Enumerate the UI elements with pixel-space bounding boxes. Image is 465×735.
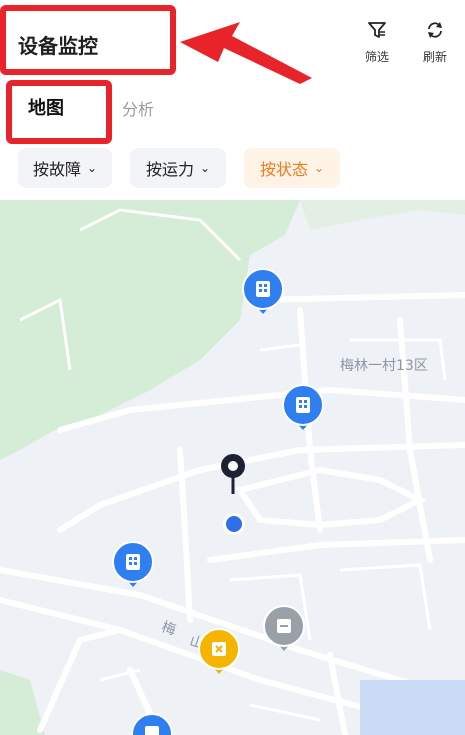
- red-arrow-icon: [180, 22, 312, 84]
- filter-by-status-label: 按状态: [259, 160, 308, 179]
- filter-by-fault[interactable]: 按故障 ⌄: [18, 148, 112, 188]
- refresh-button-label: 刷新: [422, 50, 447, 64]
- location-pin-icon: [221, 454, 245, 494]
- refresh-icon: [428, 22, 442, 38]
- filter-button[interactable]: 筛选: [357, 20, 397, 65]
- current-location-dot: [223, 513, 245, 535]
- tab-map[interactable]: 地图: [28, 94, 64, 120]
- filter-by-fault-label: 按故障: [32, 160, 81, 179]
- chevron-down-icon: ⌄: [86, 161, 98, 175]
- building-marker[interactable]: [130, 712, 174, 735]
- page-title: 设备监控: [18, 34, 98, 58]
- building-marker[interactable]: [281, 383, 325, 431]
- building-marker[interactable]: [241, 267, 285, 315]
- map-place-label: 梅林一村13区: [340, 358, 428, 374]
- header: 设备监控 筛选 刷新 地图 分析 按故障 ⌄ 按运力 ⌄ 按状态 ⌄: [0, 0, 465, 200]
- chevron-down-icon: ⌄: [199, 161, 211, 175]
- filter-button-label: 筛选: [364, 50, 389, 64]
- tab-analysis[interactable]: 分析: [122, 96, 154, 120]
- filter-by-capacity-label: 按运力: [145, 160, 194, 179]
- filter-by-status[interactable]: 按状态 ⌄: [244, 148, 340, 188]
- filter-by-capacity[interactable]: 按运力 ⌄: [130, 148, 226, 188]
- refresh-button[interactable]: 刷新: [415, 20, 455, 65]
- building-marker[interactable]: [111, 540, 155, 588]
- inactive-device-marker[interactable]: [262, 604, 306, 652]
- fault-device-marker[interactable]: [197, 627, 241, 675]
- chevron-down-icon: ⌄: [313, 161, 325, 175]
- filter-icon: [368, 22, 386, 38]
- map-view[interactable]: 梅林一村13区 梅 山: [0, 200, 465, 735]
